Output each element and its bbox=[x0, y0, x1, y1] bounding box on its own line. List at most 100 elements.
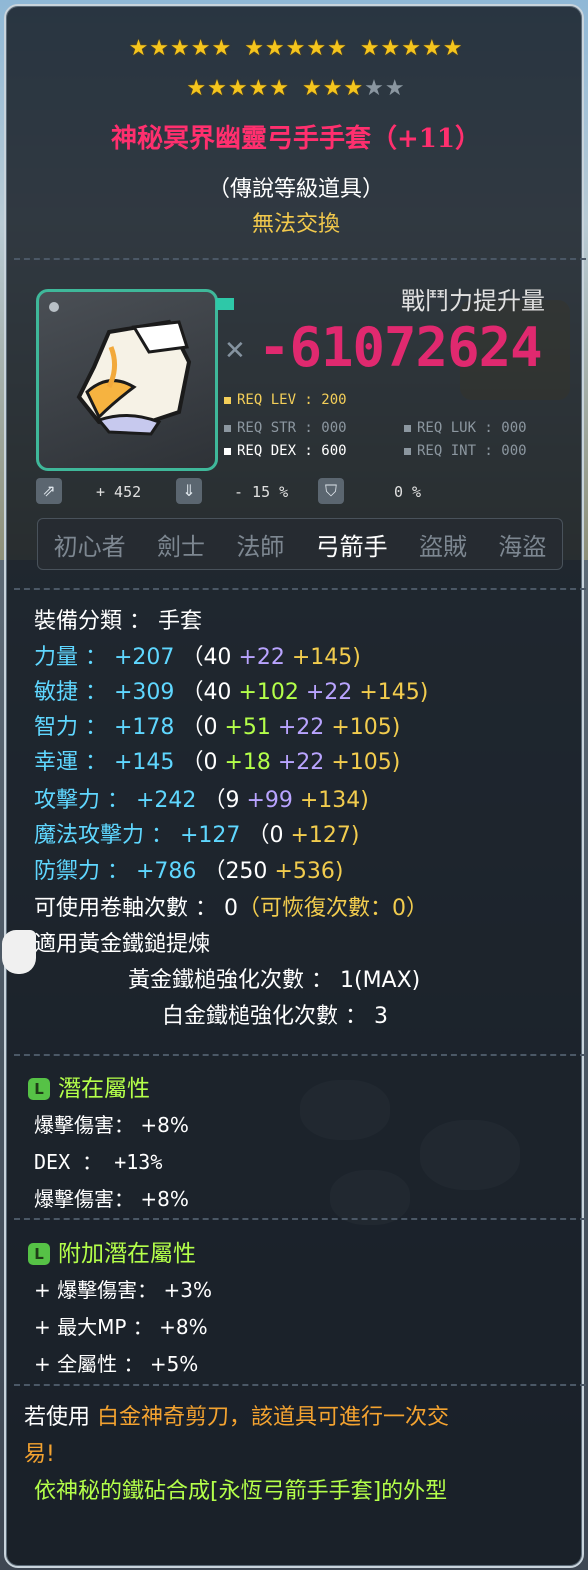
item-tooltip: ★★★★★ ★★★★★ ★★★★★ ★★★★★ ★★★★★ 神秘冥界幽靈弓手手套（+1… bbox=[4, 4, 586, 1568]
star-icon: ★★★★★ bbox=[128, 36, 233, 61]
bonus-potential-header: L 附加潛在屬性 bbox=[28, 1234, 196, 1268]
star-icon: ★★★★★ bbox=[244, 36, 348, 61]
equip-category: 裝備分類 ： 手套 bbox=[34, 609, 202, 634]
scissors-notice: 若使用 白金神奇剪刀，該道具可進行一次交 bbox=[24, 1399, 449, 1431]
divider bbox=[14, 1218, 586, 1220]
stat-label: 攻擊力 ： bbox=[34, 788, 129, 813]
stat-total: +178 bbox=[114, 715, 175, 740]
gold-hammer-count: 黃金鐵槌強化次數 ： 1(MAX) bbox=[128, 968, 421, 993]
shield-icon: ⛉ bbox=[318, 478, 344, 504]
req-int-text: REQ INT : 000 bbox=[417, 443, 527, 459]
stat-dex: 敏捷 ： +309 （40 +102 +22 +145) bbox=[34, 674, 428, 706]
stat-total: +309 bbox=[114, 680, 175, 705]
anvil-notice: 依神秘的鐵砧合成[永恆弓箭手手套]的外型 bbox=[34, 1479, 448, 1504]
stat-total: +127 bbox=[180, 823, 241, 848]
flag-icon bbox=[216, 298, 234, 310]
req-luk-text: REQ LUK : 000 bbox=[417, 420, 527, 436]
combat-power-label: 戰鬥力提升量 bbox=[401, 287, 545, 315]
stat-starforce: +145) bbox=[291, 645, 361, 670]
potential-line: 爆擊傷害： +8% bbox=[34, 1113, 189, 1137]
stat-label: 力量 ： bbox=[34, 645, 107, 670]
stat-enhance: +22 bbox=[305, 680, 353, 705]
job-pirate: 海盜 bbox=[498, 532, 547, 561]
stat-int: 智力 ： +178 （0 +51 +22 +105) bbox=[34, 709, 400, 741]
stat-def: 防禦力 ： +786 （250 +536) bbox=[34, 853, 343, 885]
glove-icon bbox=[76, 319, 192, 436]
upgrade-icon: ⇗ bbox=[36, 478, 62, 504]
star-icon: ★★★ bbox=[302, 76, 365, 101]
star-icon: ★★★★★ bbox=[359, 36, 464, 61]
req-int: REQ INT : 000 bbox=[404, 443, 527, 459]
small-stat-b: - 15 % bbox=[234, 483, 289, 501]
close-icon[interactable]: ✕ bbox=[224, 336, 246, 366]
stat-att: 攻擊力 ： +242 （9 +99 +134) bbox=[34, 782, 369, 814]
job-class-bar: 初心者 劍士 法師 弓箭手 盜賊 海盜 bbox=[37, 518, 563, 570]
scissors-text: 白金神奇剪刀，該道具可進行一次交 bbox=[97, 1405, 450, 1430]
stat-bonus: +102 bbox=[238, 680, 299, 705]
stat-total: +242 bbox=[136, 788, 197, 813]
scissors-prefix: 若使用 bbox=[24, 1405, 91, 1430]
hammer-title: 適用黃金鐵鎚提煉 bbox=[34, 932, 211, 957]
stat-base: （250 bbox=[203, 859, 268, 884]
stat-str: 力量 ： +207 （40 +22 +145) bbox=[34, 639, 361, 671]
scroll-restore-text: （可恢復次數：0） bbox=[237, 896, 428, 921]
stat-base: （40 bbox=[181, 680, 232, 705]
stat-label: 智力 ： bbox=[34, 715, 107, 740]
divider bbox=[14, 258, 586, 260]
star-force-row-2: ★★★★★ ★★★★★ bbox=[2, 76, 588, 101]
platinum-hammer-count: 白金鐵槌強化次數 ： 3 bbox=[162, 1004, 388, 1029]
stat-base: （0 bbox=[247, 823, 284, 848]
stat-label: 幸運 ： bbox=[34, 750, 107, 775]
req-luk: REQ LUK : 000 bbox=[404, 420, 527, 436]
divider bbox=[14, 1054, 586, 1056]
stat-enhance: +22 bbox=[238, 645, 285, 670]
stat-label: 魔法攻擊力 ： bbox=[34, 823, 173, 848]
stat-base: （0 bbox=[181, 750, 218, 775]
stat-starforce: +105) bbox=[331, 750, 401, 775]
star-icon: ★★★★★ bbox=[186, 76, 290, 101]
req-dex-text: REQ DEX : 600 bbox=[237, 443, 347, 459]
star-empty-icon: ★★ bbox=[364, 76, 406, 101]
job-beginner: 初心者 bbox=[53, 532, 126, 561]
scissors-notice-cont: 易! bbox=[24, 1442, 55, 1467]
star-force-row-1: ★★★★★ ★★★★★ ★★★★★ bbox=[2, 36, 588, 61]
bonus-potential-title: 附加潛在屬性 bbox=[58, 1241, 196, 1267]
bonus-potential-line: + 全屬性 ： +5% bbox=[34, 1352, 199, 1376]
req-str: REQ STR : 000 bbox=[224, 420, 347, 436]
stat-total: +207 bbox=[114, 645, 175, 670]
stat-enhance: +22 bbox=[277, 750, 325, 775]
legendary-badge-icon: L bbox=[28, 1078, 50, 1100]
scroll-count-text: 可使用卷軸次數 ： 0 bbox=[34, 896, 238, 921]
job-magician: 法師 bbox=[236, 532, 285, 561]
stat-total: +145 bbox=[114, 750, 175, 775]
stat-starforce: +536) bbox=[274, 859, 344, 884]
down-icon: ⇓ bbox=[176, 478, 202, 504]
trade-status: 無法交換 bbox=[251, 212, 340, 237]
stat-matt: 魔法攻擊力 ： +127 （0 +127) bbox=[34, 817, 359, 849]
stat-bonus: +18 bbox=[224, 750, 271, 775]
potential-title: 潛在屬性 bbox=[58, 1076, 150, 1102]
stat-base: （9 bbox=[203, 788, 240, 813]
small-stat-c: 0 % bbox=[394, 483, 422, 501]
job-thief: 盜賊 bbox=[418, 532, 467, 561]
job-bowman: 弓箭手 bbox=[315, 532, 388, 561]
divider bbox=[14, 588, 586, 590]
req-dex: REQ DEX : 600 bbox=[224, 443, 347, 459]
item-name: 神秘冥界幽靈弓手手套（+11） bbox=[111, 124, 481, 154]
icon-corner-dot bbox=[49, 302, 59, 312]
potential-line: 爆擊傷害： +8% bbox=[34, 1187, 189, 1211]
stat-enhance: +99 bbox=[246, 788, 293, 813]
scroll-count: 可使用卷軸次數 ： 0（可恢復次數：0） bbox=[34, 890, 428, 922]
stat-starforce: +105) bbox=[331, 715, 401, 740]
stat-enhance: +22 bbox=[277, 715, 325, 740]
small-stat-a: + 452 bbox=[96, 483, 142, 501]
cursor-hand-icon bbox=[2, 930, 36, 974]
stat-base: （40 bbox=[181, 645, 232, 670]
divider bbox=[14, 1384, 586, 1386]
stat-label: 敏捷 ： bbox=[34, 680, 107, 705]
req-level-text: REQ LEV : 200 bbox=[237, 392, 347, 408]
stat-total: +786 bbox=[136, 859, 197, 884]
req-level: REQ LEV : 200 bbox=[224, 392, 347, 408]
potential-line: DEX ： +13% bbox=[34, 1150, 163, 1174]
stat-starforce: +134) bbox=[299, 788, 369, 813]
